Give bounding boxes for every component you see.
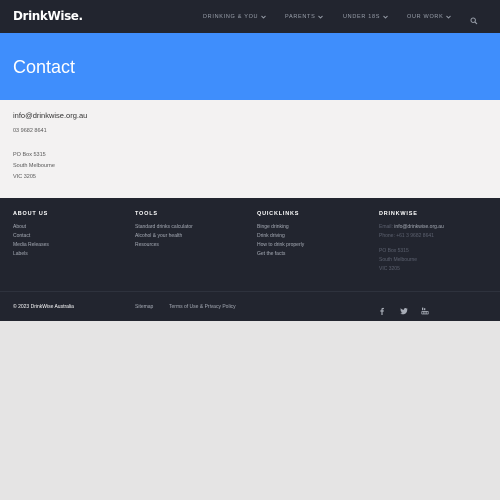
nav-item-label: UNDER 18s xyxy=(343,14,381,20)
nav-item-label: PARENTS xyxy=(285,14,316,20)
footer-heading-about: ABOUT US xyxy=(13,211,49,217)
nav-item-drinking-and-you[interactable]: DRINKING & YOU xyxy=(203,13,267,21)
footer-divider xyxy=(0,291,500,292)
nav-item-under-18s[interactable]: UNDER 18s xyxy=(343,13,388,21)
nav-item-label: DRINKING & YOU xyxy=(203,14,259,20)
footer-link-standard-drinks-calculator[interactable]: Standard drinks calculator xyxy=(135,224,193,230)
page-title: Contact xyxy=(13,57,76,77)
footer-link-alcohol-and-your-health[interactable]: Alcohol & your health xyxy=(135,233,182,239)
hero-banner: Contact xyxy=(0,33,500,100)
footer-link-labels[interactable]: Labels xyxy=(13,251,28,257)
search-icon[interactable] xyxy=(470,12,478,25)
chevron-down-icon xyxy=(318,15,324,19)
contact-phone: 03 9682 8641 xyxy=(13,128,47,134)
footer-link-how-to-drink-properly[interactable]: How to drink properly xyxy=(257,242,304,248)
nav-item-parents[interactable]: PARENTS xyxy=(285,13,324,21)
address-line: VIC 3205 xyxy=(13,174,36,180)
footer-address-line: VIC 3205 xyxy=(379,266,400,272)
footer-email-link[interactable]: info@drinkwise.org.au xyxy=(394,224,444,230)
footer-heading-drinkwise: DRINKWISE xyxy=(379,211,418,217)
terms-privacy-link[interactable]: Terms of Use & Privacy Policy xyxy=(169,304,236,310)
contact-details: info@drinkwise.org.au 03 9682 8641 PO Bo… xyxy=(0,100,500,198)
footer-heading-quicklinks: QUICKLINKS xyxy=(257,211,300,217)
footer-email-label: Email: xyxy=(379,224,393,230)
facebook-icon[interactable] xyxy=(378,302,386,315)
footer-heading-tools: TOOLS xyxy=(135,211,158,217)
nav-item-our-work[interactable]: OUR WORK xyxy=(407,13,452,21)
nav-item-label: OUR WORK xyxy=(407,14,444,20)
footer-address-line: South Melbourne xyxy=(379,257,418,263)
footer-link-contact[interactable]: Contact xyxy=(13,233,30,239)
footer-link-get-the-facts[interactable]: Get the facts xyxy=(257,251,285,257)
footer-link-about[interactable]: About xyxy=(13,224,26,230)
footer-link-drink-driving[interactable]: Drink driving xyxy=(257,233,285,239)
address-line: PO Box 5315 xyxy=(13,152,46,158)
chevron-down-icon xyxy=(446,15,452,19)
youtube-icon[interactable] xyxy=(421,302,429,315)
sitemap-link[interactable]: Sitemap xyxy=(135,304,153,310)
address-line: South Melbourne xyxy=(13,163,55,169)
top-navigation-bar: DrinkWise. DRINKING & YOU PARENTS UNDER … xyxy=(0,0,500,33)
chevron-down-icon xyxy=(383,15,388,19)
copyright-text: © 2023 DrinkWise Australia xyxy=(13,304,74,310)
footer-link-binge-drinking[interactable]: Binge drinking xyxy=(257,224,289,230)
contact-email-link[interactable]: info@drinkwise.org.au xyxy=(13,111,87,120)
footer-link-media-releases[interactable]: Media Releases xyxy=(13,242,49,248)
site-footer: ABOUT US About Contact Media Releases La… xyxy=(0,198,500,321)
footer-email-line: Email: info@drinkwise.org.au xyxy=(379,224,444,230)
drinkwise-logo[interactable]: DrinkWise. xyxy=(13,9,83,23)
chevron-down-icon xyxy=(261,15,267,19)
footer-link-resources[interactable]: Resources xyxy=(135,242,159,248)
footer-address-line: PO Box 5315 xyxy=(379,248,409,254)
footer-phone: Phone: +61 3 9682 8641 xyxy=(379,233,434,239)
twitter-icon[interactable] xyxy=(400,302,408,315)
